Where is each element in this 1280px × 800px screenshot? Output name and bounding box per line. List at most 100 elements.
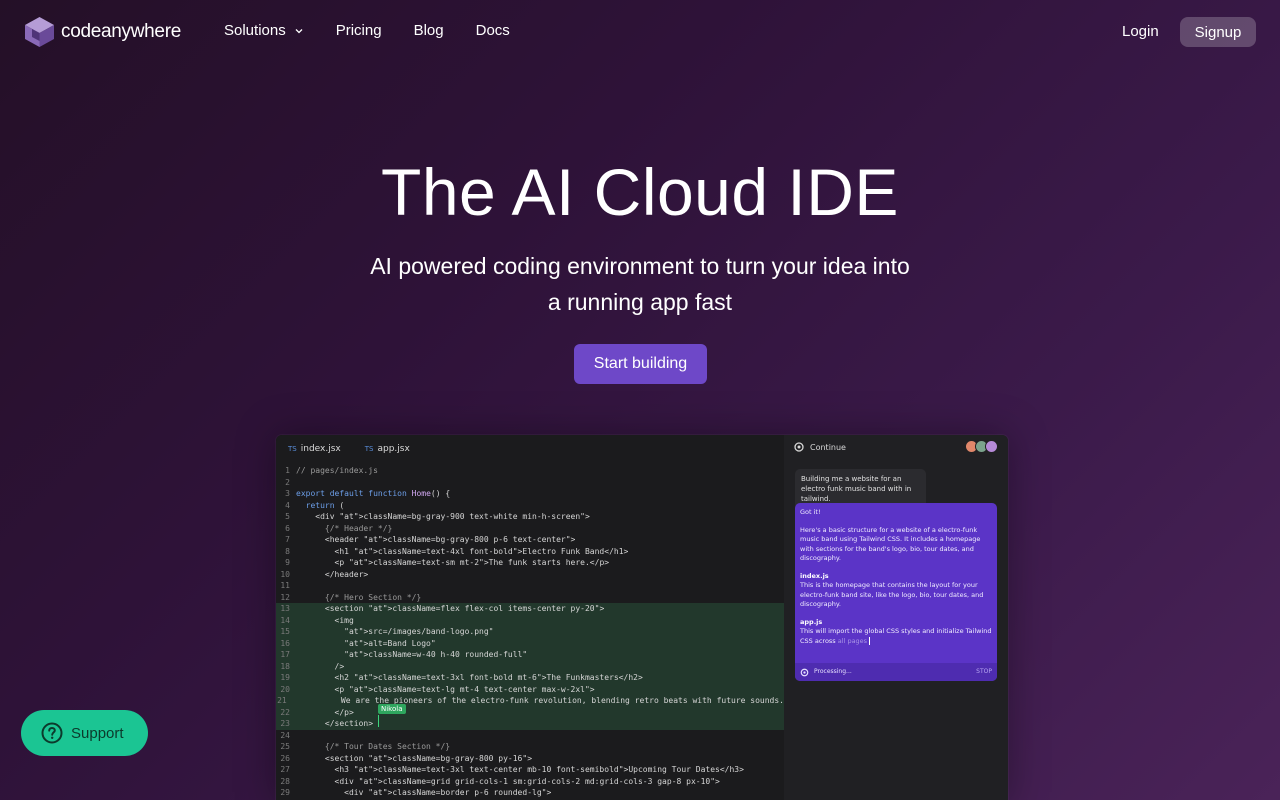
line-number: 11 (280, 581, 290, 590)
code-line: 16 "at">alt=Band Logo" (276, 637, 784, 649)
line-text: {/* Tour Dates Section */} (296, 742, 451, 751)
ai-file-desc: This is the homepage that contains the l… (800, 581, 984, 608)
ide-preview: TS index.jsx TS app.jsx 1 // pages/index.js… (276, 435, 1008, 800)
support-button[interactable]: Support (21, 710, 148, 756)
nav-solutions-label: Solutions (224, 22, 286, 39)
chevron-down-icon (295, 28, 303, 33)
collaborator-cursor (378, 715, 379, 727)
chat-header-label: Continue (810, 442, 846, 452)
line-text: <h2 "at">className=text-3xl font-bold mt… (296, 673, 643, 682)
line-number: 27 (280, 765, 290, 774)
line-number: 24 (280, 730, 290, 740)
nav-solutions[interactable]: Solutions (224, 22, 304, 39)
code-line: 24 (276, 730, 784, 742)
code-line: 29 <div "at">className=border p-6 rounde… (276, 787, 784, 799)
code-area[interactable]: 1 // pages/index.js 2 3 export default funct… (276, 465, 784, 799)
line-text: <h3 "at">className=text-3xl text-center … (296, 765, 744, 774)
brand-logo[interactable]: codeanywhere (24, 16, 181, 48)
line-number: 13 (280, 604, 290, 613)
line-number: 15 (280, 627, 290, 636)
continue-logo-icon (794, 442, 804, 452)
start-building-button[interactable]: Start building (574, 344, 707, 384)
code-line: 2 (276, 477, 784, 489)
ai-status-bar: Processing... STOP (795, 663, 997, 681)
nav-blog[interactable]: Blog (414, 22, 444, 39)
stop-button[interactable]: STOP (976, 667, 992, 677)
line-text: </header> (296, 569, 369, 579)
ai-file-desc-streaming: all pages (837, 636, 868, 645)
line-text: export default function Home() { (296, 489, 451, 498)
line-text: <h1 "at">className=text-4xl font-bold">E… (296, 546, 629, 556)
line-number: 22 (280, 707, 290, 717)
code-line: 26 <section "at">className=bg-gray-800 p… (276, 753, 784, 765)
line-number: 26 (280, 753, 290, 763)
code-line: 19 <h2 "at">className=text-3xl font-bold… (276, 672, 784, 684)
top-nav: codeanywhere Solutions Pricing Blog Docs… (0, 0, 1280, 64)
editor-tabs: TS index.jsx TS app.jsx (276, 435, 784, 463)
code-line: 22 </p> (276, 706, 784, 718)
line-text: "at">src=/images/band-logo.png" (344, 627, 494, 636)
code-line: 18 /> (276, 660, 784, 672)
line-number: 25 (280, 742, 290, 751)
line-text: /> (296, 661, 345, 671)
code-line: 5 <div "at">className=bg-gray-900 text-w… (276, 511, 784, 523)
line-text: "at">alt=Band Logo" (344, 638, 436, 648)
line-number: 6 (285, 523, 290, 533)
code-line: 17 "at">className=w-40 h-40 rounded-full… (276, 649, 784, 661)
ai-text: Here's a basic structure for a website o… (800, 525, 981, 563)
line-number: 5 (285, 512, 290, 521)
nav-links: Solutions Pricing Blog Docs (224, 22, 510, 39)
collaborator-cursor-label: Nikola (378, 704, 406, 714)
line-text: <div "at">className=border p-6 rounded-l… (296, 788, 552, 797)
cube-logo-icon (25, 17, 54, 47)
line-text: <section "at">className=flex flex-col it… (296, 604, 605, 613)
line-text: </section> (296, 719, 374, 728)
line-number: 20 (280, 684, 290, 694)
code-line: 14 <img (276, 614, 784, 626)
nav-docs[interactable]: Docs (476, 22, 510, 39)
tab-index-jsx[interactable]: TS index.jsx (276, 435, 353, 463)
ai-response: Got it! Here's a basic structure for a w… (795, 503, 997, 681)
nav-pricing[interactable]: Pricing (336, 22, 382, 39)
avatar (985, 440, 998, 453)
line-number: 9 (285, 558, 290, 567)
spinner-icon (800, 668, 809, 676)
code-line: 21 We are the pioneers of the electro-fu… (276, 695, 784, 707)
line-number: 8 (285, 546, 290, 556)
line-text: {/* Header */} (296, 523, 393, 533)
ai-file-app: app.js This will import the global CSS s… (800, 618, 992, 647)
line-text: // pages/index.js (296, 466, 378, 475)
support-label: Support (71, 724, 124, 742)
line-number: 10 (280, 569, 290, 579)
brand-name: codeanywhere (61, 21, 181, 42)
code-line: 7 <header "at">className=bg-gray-800 p-6… (276, 534, 784, 546)
line-number: 23 (280, 719, 290, 728)
code-line: 4 return ( (276, 500, 784, 512)
tab-app-jsx[interactable]: TS app.jsx (353, 435, 422, 463)
tab-label: index.jsx (300, 444, 341, 454)
code-editor: TS index.jsx TS app.jsx 1 // pages/index.js… (276, 435, 784, 800)
code-line: 11 (276, 580, 784, 592)
line-number: 21 (277, 696, 287, 705)
line-number: 1 (285, 466, 290, 475)
ai-chat-panel: Continue Building me a website for an el… (784, 435, 1008, 800)
line-number: 3 (285, 489, 290, 498)
ai-file-index: index.js This is the homepage that conta… (800, 572, 992, 610)
ai-file-name: index.js (800, 571, 829, 580)
code-line: 27 <h3 "at">className=text-3xl text-cent… (276, 764, 784, 776)
code-line: 13 <section "at">className=flex flex-col… (276, 603, 784, 615)
ai-file-name: app.js (800, 617, 823, 626)
nav-docs-label: Docs (475, 22, 510, 39)
line-number: 17 (280, 650, 290, 659)
hero-subtitle: AI powered coding environment to turn yo… (370, 253, 910, 315)
line-number: 28 (280, 776, 290, 786)
line-text: <p "at">className=text-lg mt-4 text-cent… (296, 684, 595, 694)
line-text: <p "at">className=text-sm mt-2">The funk… (296, 558, 610, 567)
code-line: 3 export default function Home() { (276, 488, 784, 500)
line-text: <div "at">className=grid grid-cols-1 sm:… (296, 776, 720, 786)
typescript-icon: TS (288, 445, 297, 453)
line-number: 16 (280, 638, 290, 648)
signup-button[interactable]: Signup (1180, 17, 1256, 47)
login-link[interactable]: Login (1122, 23, 1159, 40)
line-number: 14 (280, 615, 290, 625)
